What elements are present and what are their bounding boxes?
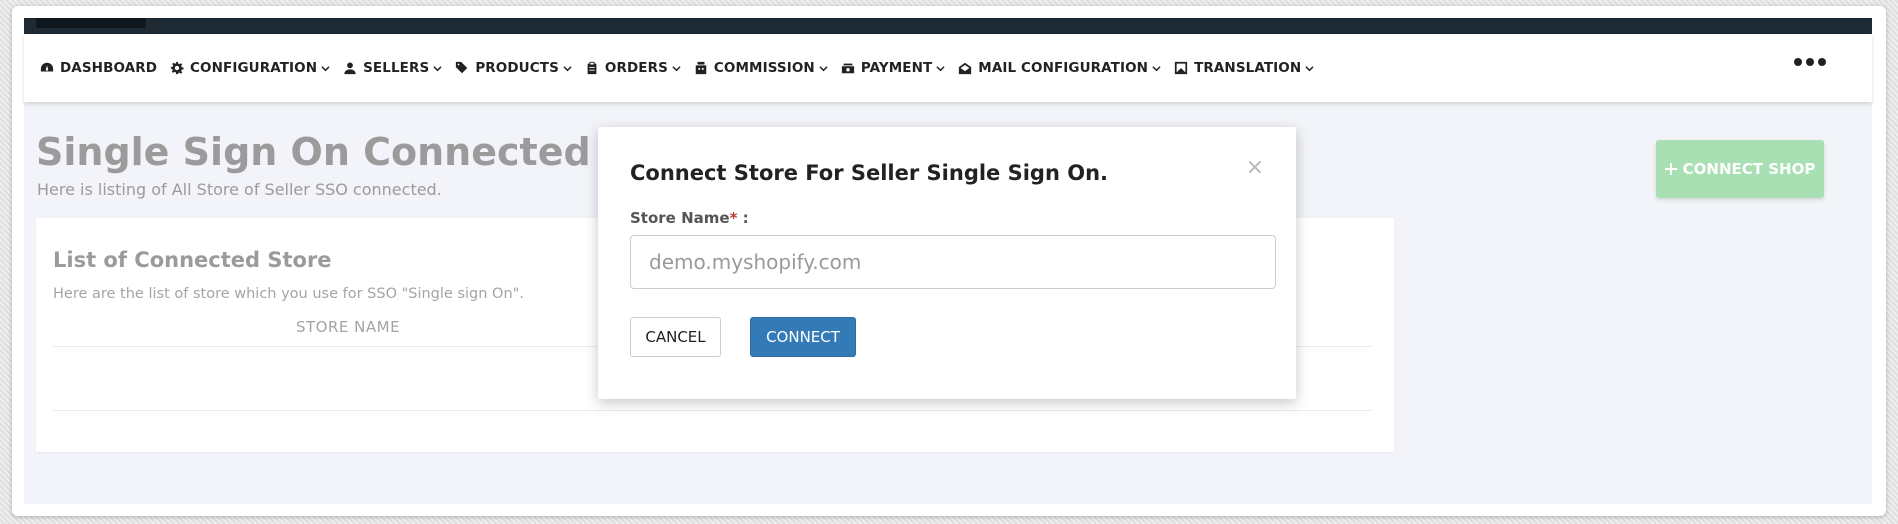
user-icon [344,62,356,75]
nav-item-label: COMMISSION [713,60,815,76]
gear-icon [170,61,184,75]
store-name-input[interactable] [630,235,1276,289]
nav-item-configuration[interactable]: CONFIGURATION [170,60,330,76]
card-title: List of Connected Store [53,248,332,272]
nav-item-sellers[interactable]: SELLERS [343,60,442,76]
dashboard-icon [40,62,54,72]
store-name-label-suffix: : [737,209,749,227]
nav-item-dashboard[interactable]: DASHBOARD [40,60,157,76]
register-icon [695,61,707,75]
clipboard-icon [587,61,597,75]
nav-item-payment[interactable]: PAYMENT [841,60,945,76]
connect-shop-label: CONNECT SHOP [1682,160,1816,178]
connect-button[interactable]: CONNECT [750,317,856,357]
nav-item-label: PRODUCTS [475,60,559,76]
main-navbar: DASHBOARD CONFIGURATION SELLERS PRODUCTS… [24,34,1872,102]
table-divider [53,410,1373,411]
connect-shop-button[interactable]: CONNECT SHOP [1656,140,1824,198]
chevron-down-icon [433,65,442,71]
nav-item-label: TRANSLATION [1194,60,1302,76]
page-subtitle: Here is listing of All Store of Seller S… [37,180,442,199]
nav-item-label: MAIL CONFIGURATION [978,60,1149,76]
tags-icon [456,61,468,74]
nav-item-orders[interactable]: ORDERS [585,60,681,76]
nav-item-translation[interactable]: TRANSLATION [1174,60,1314,76]
cancel-button[interactable]: CANCEL [630,317,721,357]
chevron-down-icon [321,65,330,71]
column-header-store-name[interactable]: STORE NAME [296,318,400,336]
chevron-down-icon [1152,65,1161,71]
card-description: Here are the list of store which you use… [53,286,524,302]
store-name-label: Store Name* : [630,209,749,227]
plus-icon [1664,163,1677,175]
top-bar [24,18,1872,34]
nav-item-label: SELLERS [363,60,430,76]
ellipsis-dot [1794,58,1802,66]
chevron-down-icon [936,65,945,71]
nav-item-commission[interactable]: COMMISSION [694,60,828,76]
ellipsis-icon[interactable] [1794,58,1826,66]
envelope-open-icon [959,62,972,75]
chevron-down-icon [1305,65,1314,71]
nav-item-mail-configuration[interactable]: MAIL CONFIGURATION [958,60,1161,76]
store-name-label-text: Store Name [630,209,730,227]
nav-item-products[interactable]: PRODUCTS [455,60,572,76]
chevron-down-icon [563,65,572,71]
chevron-down-icon [819,65,828,71]
ellipsis-dot [1818,58,1826,66]
language-icon [1174,61,1188,75]
nav-item-label: CONFIGURATION [190,60,318,76]
money-icon [841,63,854,74]
connect-store-modal: Connect Store For Seller Single Sign On.… [598,127,1296,399]
modal-title: Connect Store For Seller Single Sign On. [630,161,1108,185]
chevron-down-icon [672,65,681,71]
ellipsis-dot [1806,58,1814,66]
nav-item-label: DASHBOARD [60,60,158,76]
nav-item-label: PAYMENT [860,60,933,76]
top-bar-tab[interactable] [36,18,146,28]
close-icon[interactable]: × [1246,157,1264,179]
nav-item-label: ORDERS [604,60,668,76]
